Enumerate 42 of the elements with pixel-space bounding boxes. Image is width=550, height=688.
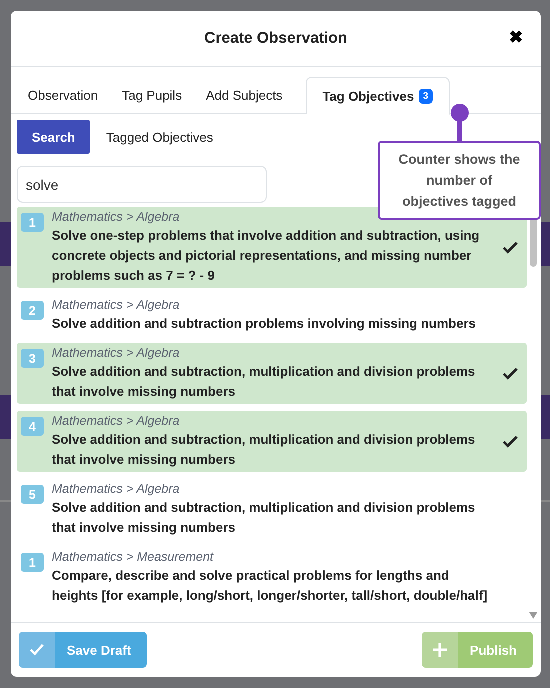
check-icon: [502, 242, 518, 254]
pointer-pin-icon: [450, 103, 470, 141]
scroll-down-arrow-icon[interactable]: [529, 612, 538, 619]
callout-text: Counter shows the number of objectives tagged: [378, 141, 541, 220]
number-badge: 4: [21, 417, 44, 436]
tab[interactable]: Add Subjects: [195, 77, 294, 114]
objective-row[interactable]: 2 Mathematics > Algebra Solve addition and subtraction problems involving missing numbers: [17, 295, 527, 336]
counter-badge: 3: [419, 88, 432, 104]
objective-text: Solve one-step problems that involve addition and subtraction, using concrete objects and pictorial representations, and missing number problems such as 7 = ? - 9: [52, 227, 481, 285]
objective-text: Solve addition and subtraction, multiplication and division problems that involve missing numbers: [52, 363, 476, 401]
subject-path: Mathematics > Algebra: [52, 481, 181, 498]
subject-path: Mathematics > Algebra: [52, 297, 181, 314]
number-badge: 1: [21, 213, 44, 232]
subject-path: Mathematics > Algebra: [52, 413, 181, 430]
objective-row[interactable]: 1 Mathematics > Measurement Compare, describe and solve practical problems for lengths and heights [for example, long/short, longer/shorter, tall/short, double/half]: [17, 547, 527, 608]
tab[interactable]: Tag Objectives 3: [306, 77, 450, 115]
search-tab[interactable]: Search: [17, 120, 90, 154]
number-badge: 3: [21, 349, 44, 368]
subject-path: Mathematics > Algebra: [52, 209, 181, 226]
check-icon: [30, 644, 44, 656]
objective-row[interactable]: 4 Mathematics > Algebra Solve addition and subtraction, multiplication and division problems that involve missing numbers: [17, 411, 527, 472]
objective-text: Solve addition and subtraction, multiplication and division problems that involve missing numbers: [52, 499, 476, 537]
objective-row[interactable]: 5 Mathematics > Algebra Solve addition and subtraction, multiplication and division problems that involve missing numbers: [17, 479, 527, 540]
objective-text: Solve addition and subtraction, multiplication and division problems that involve missing numbers: [52, 431, 476, 469]
tab[interactable]: Observation: [17, 77, 110, 114]
objective-row[interactable]: 3 Mathematics > Algebra Solve addition and subtraction, multiplication and division problems that involve missing numbers: [17, 343, 527, 404]
number-badge: 5: [21, 485, 44, 504]
search-field[interactable]: solve: [17, 166, 267, 203]
search-tab[interactable]: Tagged Objectives: [94, 120, 226, 154]
dialog-title: Create Observation: [204, 30, 348, 48]
objective-text: Compare, describe and solve practical problems for lengths and heights [for example, long/short, longer/shorter, tall/short, double/half]: [52, 567, 489, 605]
check-icon: [502, 368, 518, 380]
close-button[interactable]: ✖: [509, 27, 523, 49]
objective-text: Solve addition and subtraction problems involving missing numbers: [52, 315, 478, 333]
number-badge: 2: [21, 301, 44, 320]
tab[interactable]: Tag Pupils: [111, 77, 194, 114]
subject-path: Mathematics > Algebra: [52, 345, 181, 362]
plus-icon: [433, 643, 448, 657]
subject-path: Mathematics > Measurement: [52, 549, 215, 566]
check-icon: [502, 436, 518, 448]
number-badge: 1: [21, 553, 44, 572]
scrollbar-thumb[interactable]: [530, 217, 537, 267]
